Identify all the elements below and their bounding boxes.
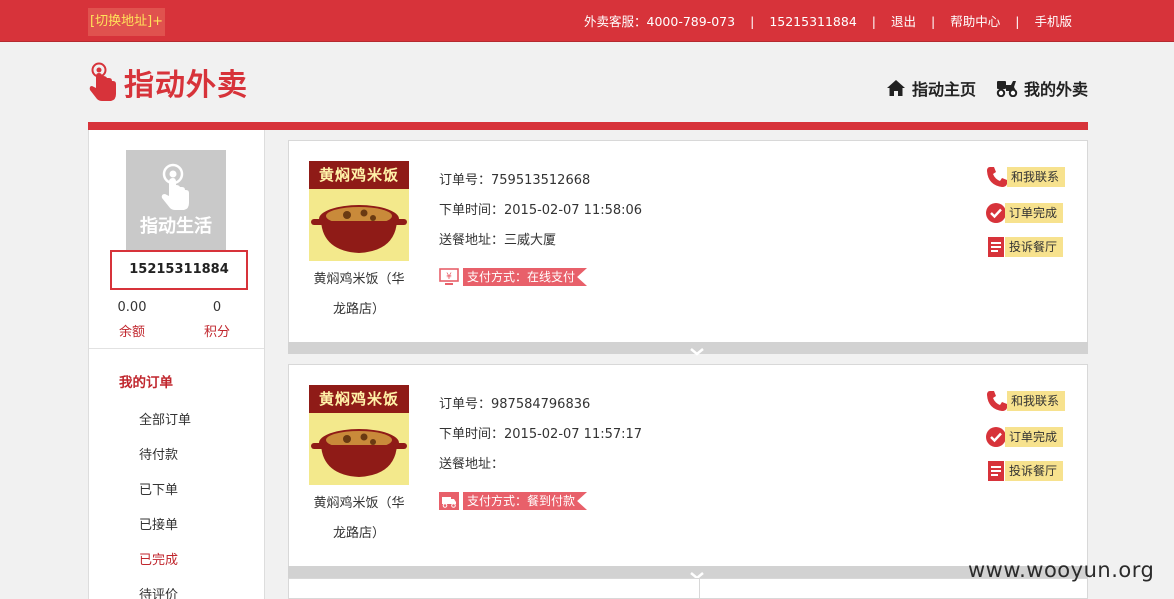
menu-item-to-review[interactable]: 待评价 xyxy=(139,584,178,599)
order-complete-label: 订单完成 xyxy=(1005,203,1064,223)
order-number: 订单号：987584796836 xyxy=(439,397,591,412)
complain-restaurant-label: 投诉餐厅 xyxy=(1005,461,1064,481)
avatar-caption: 指动生活 xyxy=(140,216,212,237)
mobile-version-link[interactable]: 手机版 xyxy=(1034,0,1072,42)
top-separator: | xyxy=(871,14,877,29)
order-time: 下单时间：2015-02-07 11:58:06 xyxy=(439,203,643,218)
phone-icon xyxy=(987,391,1007,411)
sidebar-divider xyxy=(89,348,264,349)
order-time: 下单时间：2015-02-07 11:57:17 xyxy=(439,427,643,442)
site-logo[interactable]: 指动外卖 xyxy=(88,62,248,103)
header-divider xyxy=(88,122,1088,130)
top-links: 外卖客服：4000-789-073 | 15215311884 | 退出 | 帮… xyxy=(584,0,1072,42)
restaurant-image[interactable]: 黄焖鸡米饭 xyxy=(309,385,409,485)
delivery-address: 送餐地址： xyxy=(439,457,505,472)
finger-touch-icon xyxy=(89,62,116,101)
menu-item-ordered[interactable]: 已下单 xyxy=(139,479,178,498)
points-stat[interactable]: 0 积分 xyxy=(187,300,247,340)
payment-method-tag: 支付方式：餐到付款 xyxy=(439,492,588,510)
balance-stat[interactable]: 0.00 余额 xyxy=(102,300,162,340)
order-number: 订单号：759513512668 xyxy=(439,173,591,188)
order-complete-button[interactable]: 订单完成 xyxy=(985,427,1064,447)
document-icon xyxy=(988,461,1004,481)
switch-address-label: [切换地址] xyxy=(90,14,153,29)
top-bar: [切换地址]+ 外卖客服：4000-789-073 | 15215311884 … xyxy=(0,0,1174,42)
scooter-icon xyxy=(996,81,1018,97)
watermark: www.wooyun.org xyxy=(968,558,1155,582)
contact-me-label: 和我联系 xyxy=(1007,167,1066,187)
restaurant-name[interactable]: 黄焖鸡米饭（华龙路店） xyxy=(309,265,409,325)
restaurant-image-banner: 黄焖鸡米饭 xyxy=(309,385,409,413)
order-card: 黄焖鸡米饭 黄焖鸡米饭（华龙路店） 订单号：759513512668 下单时间：… xyxy=(288,140,1088,357)
delivery-truck-icon xyxy=(439,492,459,510)
restaurant-image-banner: 黄焖鸡米饭 xyxy=(309,161,409,189)
top-separator: | xyxy=(750,14,755,29)
phone-icon xyxy=(987,167,1007,187)
order-complete-button[interactable]: 订单完成 xyxy=(985,203,1064,223)
points-value: 0 xyxy=(212,300,222,315)
complain-restaurant-button[interactable]: 投诉餐厅 xyxy=(985,461,1064,481)
svg-text:¥: ¥ xyxy=(446,272,452,282)
contact-me-button[interactable]: 和我联系 xyxy=(985,391,1066,411)
card-divider xyxy=(699,579,700,599)
my-orders-title[interactable]: 我的订单 xyxy=(119,371,173,391)
top-separator: | xyxy=(1015,14,1020,29)
nav-my-takeout-label: 我的外卖 xyxy=(1023,80,1088,99)
restaurant-image[interactable]: 黄焖鸡米饭 xyxy=(309,161,409,261)
expand-bar[interactable] xyxy=(288,342,1088,354)
payment-method-label: 支付方式：餐到付款 xyxy=(463,492,588,510)
document-icon xyxy=(988,237,1004,257)
balance-label: 余额 xyxy=(118,325,145,340)
service-hotline: 外卖客服：4000-789-073 xyxy=(584,14,736,29)
menu-item-accepted[interactable]: 已接单 xyxy=(139,514,178,533)
help-center-link[interactable]: 帮助中心 xyxy=(950,0,1000,42)
menu-item-pending-payment[interactable]: 待付款 xyxy=(139,444,178,463)
avatar[interactable]: 指动生活 xyxy=(126,150,226,250)
check-circle-icon xyxy=(986,203,1006,223)
claypot-icon xyxy=(311,205,407,253)
nav-my-takeout-link[interactable]: 我的外卖 xyxy=(996,76,1088,100)
complain-restaurant-button[interactable]: 投诉餐厅 xyxy=(985,237,1064,257)
nav-home-label: 指动主页 xyxy=(911,80,976,99)
claypot-icon xyxy=(311,429,407,477)
contact-me-button[interactable]: 和我联系 xyxy=(985,167,1066,187)
delivery-address: 送餐地址：三威大厦 xyxy=(439,233,557,248)
payment-method-label: 支付方式：在线支付 xyxy=(463,268,588,286)
home-icon xyxy=(886,80,905,96)
order-card: 黄焖鸡米饭 黄焖鸡米饭（华龙路店） 订单号：987584796836 下单时间：… xyxy=(288,364,1088,580)
payment-method-tag: ¥ 支付方式：在线支付 xyxy=(439,268,588,286)
logout-link[interactable]: 退出 xyxy=(891,0,916,42)
user-phone: 15215311884 xyxy=(110,250,248,290)
logo-text: 指动外卖 xyxy=(124,68,248,103)
balance-value: 0.00 xyxy=(117,300,147,315)
header-nav: 指动主页 我的外卖 xyxy=(866,76,1088,100)
check-circle-icon xyxy=(986,427,1006,447)
top-separator: | xyxy=(931,14,936,29)
menu-item-all-orders[interactable]: 全部订单 xyxy=(139,409,191,428)
contact-me-label: 和我联系 xyxy=(1007,391,1066,411)
yen-monitor-icon: ¥ xyxy=(439,268,459,285)
sidebar: 指动生活 15215311884 0.00 余额 0 积分 我的订单 全部订单 … xyxy=(88,130,265,599)
switch-address-plus: + xyxy=(152,14,164,29)
points-label: 积分 xyxy=(203,325,230,340)
menu-item-completed[interactable]: 已完成 xyxy=(139,549,178,568)
switch-address-link[interactable]: [切换地址]+ xyxy=(88,8,166,36)
chevron-down-icon[interactable] xyxy=(689,347,705,357)
finger-touch-icon xyxy=(161,163,189,210)
order-complete-label: 订单完成 xyxy=(1005,427,1064,447)
account-phone-link[interactable]: 15215311884 xyxy=(769,0,856,42)
nav-home-link[interactable]: 指动主页 xyxy=(886,76,976,100)
restaurant-name[interactable]: 黄焖鸡米饭（华龙路店） xyxy=(309,489,409,549)
complain-restaurant-label: 投诉餐厅 xyxy=(1005,237,1064,257)
